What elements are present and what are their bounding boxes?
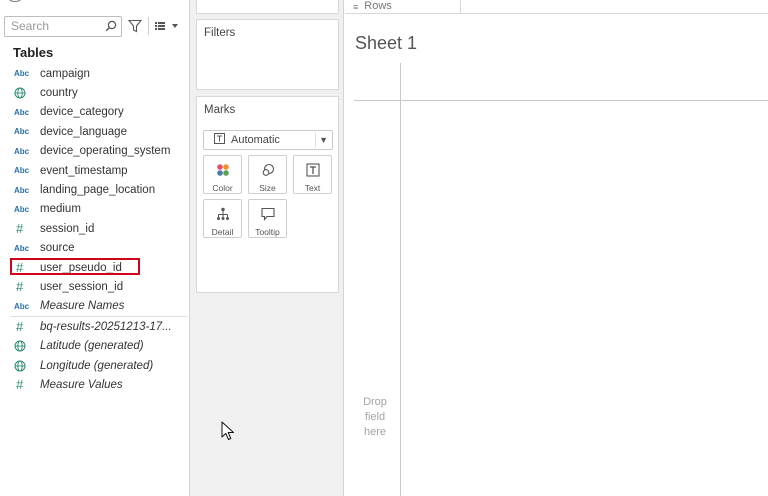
detail-icon <box>216 206 230 221</box>
globe-icon <box>14 340 36 352</box>
datasource-icon <box>8 0 22 2</box>
shelves-column: Filters Marks Automatic ▼ Color Size Tex… <box>190 0 344 496</box>
number-type-icon: # <box>16 279 24 295</box>
size-label: Size <box>259 183 276 193</box>
filter-icon[interactable] <box>126 16 144 37</box>
number-type-icon: # <box>16 319 24 335</box>
chevron-down-icon: ▼ <box>319 135 328 145</box>
field-source[interactable]: Abc source <box>0 239 190 258</box>
field-name: device_category <box>40 106 124 119</box>
string-type-icon: Abc <box>14 185 30 195</box>
color-label: Color <box>212 183 233 193</box>
sheet-title[interactable]: Sheet 1 <box>355 33 417 54</box>
dropdown-separator <box>315 133 316 147</box>
search-row <box>4 15 185 37</box>
field-name: event_timestamp <box>40 164 128 177</box>
string-type-icon: Abc <box>14 146 30 156</box>
data-pane: Tables Abc campaign country Abc device_c… <box>0 0 190 496</box>
string-type-icon: Abc <box>14 107 30 117</box>
view-horizontal-divider <box>354 100 768 101</box>
field-list: Abc campaign country Abc device_category… <box>0 64 190 395</box>
color-icon <box>216 162 230 177</box>
field-device-language[interactable]: Abc device_language <box>0 122 190 141</box>
field-user-pseudo-id[interactable]: # user_pseudo_id <box>0 257 190 277</box>
text-label: Text <box>304 183 321 193</box>
field-longitude-generated[interactable]: Longitude (generated) <box>0 356 190 375</box>
field-name: Measure Values <box>40 378 123 391</box>
filters-title: Filters <box>204 27 236 39</box>
toolbar-separator <box>148 17 149 35</box>
search-input[interactable] <box>11 19 105 33</box>
field-name: campaign <box>40 67 90 80</box>
field-name: medium <box>40 203 81 216</box>
field-device-operating-system[interactable]: Abc device_operating_system <box>0 142 190 161</box>
field-measure-values[interactable]: # Measure Values <box>0 375 190 394</box>
field-name: landing_page_location <box>40 184 156 197</box>
rows-icon: ≡ <box>353 2 359 12</box>
field-name: Measure Names <box>40 300 125 313</box>
detail-button[interactable]: Detail <box>203 199 242 238</box>
mouse-cursor-icon <box>221 421 235 446</box>
marks-title: Marks <box>204 104 236 116</box>
number-type-icon: # <box>16 260 24 276</box>
string-type-icon: Abc <box>14 127 30 137</box>
mark-type-dropdown[interactable]: Automatic ▼ <box>203 130 333 150</box>
field-bq-results-count[interactable]: # bq-results-20251213-17... <box>0 317 190 336</box>
field-name: Latitude (generated) <box>40 340 144 353</box>
field-name: country <box>40 87 78 100</box>
tooltip-button[interactable]: Tooltip <box>248 199 287 238</box>
rows-shelf[interactable]: ≡ Rows <box>345 0 768 14</box>
field-device-category[interactable]: Abc device_category <box>0 103 190 122</box>
string-type-icon: Abc <box>14 243 30 253</box>
string-type-icon: Abc <box>14 69 30 79</box>
globe-icon <box>14 87 36 99</box>
filters-shelf[interactable]: Filters <box>196 19 339 90</box>
color-button[interactable]: Color <box>203 155 242 194</box>
field-name: device_language <box>40 125 127 138</box>
field-measure-names[interactable]: Abc Measure Names <box>0 297 190 316</box>
field-event-timestamp[interactable]: Abc event_timestamp <box>0 161 190 180</box>
number-type-icon: # <box>16 221 24 237</box>
string-type-icon: Abc <box>14 204 30 214</box>
field-landing-page-location[interactable]: Abc landing_page_location <box>0 180 190 199</box>
rows-label-text: Rows <box>364 0 392 12</box>
field-latitude-generated[interactable]: Latitude (generated) <box>0 336 190 355</box>
field-name: user_pseudo_id <box>40 261 122 274</box>
search-icon[interactable] <box>105 20 117 32</box>
field-name: Longitude (generated) <box>40 359 154 372</box>
text-icon <box>305 162 320 177</box>
worksheet-canvas: ≡ Rows Sheet 1 Drop field here <box>345 0 768 496</box>
mark-type-value: Automatic <box>231 134 280 146</box>
size-button[interactable]: Size <box>248 155 287 194</box>
tooltip-icon <box>260 206 275 221</box>
string-type-icon: Abc <box>14 301 30 311</box>
pages-card[interactable] <box>196 0 339 14</box>
tables-heading: Tables <box>13 45 54 60</box>
field-name: bq-results-20251213-17... <box>40 320 172 333</box>
field-name: user_session_id <box>40 280 124 293</box>
text-button[interactable]: Text <box>293 155 332 194</box>
field-name: source <box>40 242 75 255</box>
field-country[interactable]: country <box>0 83 190 102</box>
tooltip-label: Tooltip <box>255 227 280 237</box>
number-type-icon: # <box>16 377 24 393</box>
view-options-icon[interactable] <box>153 16 181 37</box>
field-campaign[interactable]: Abc campaign <box>0 64 190 83</box>
view-vertical-divider <box>400 63 401 496</box>
automatic-mark-icon <box>214 133 225 147</box>
size-icon <box>261 162 275 177</box>
search-box[interactable] <box>4 15 122 37</box>
drop-field-here-hint[interactable]: Drop field here <box>353 395 397 440</box>
rows-shelf-label: ≡ Rows <box>345 0 461 14</box>
marks-card: Marks Automatic ▼ Color Size Text Detail… <box>196 96 339 293</box>
field-name: device_operating_system <box>40 145 171 158</box>
detail-label: Detail <box>211 227 234 237</box>
field-session-id[interactable]: # session_id <box>0 219 190 238</box>
field-medium[interactable]: Abc medium <box>0 200 190 219</box>
globe-icon <box>14 360 36 372</box>
field-name: session_id <box>40 222 95 235</box>
string-type-icon: Abc <box>14 166 30 176</box>
field-user-session-id[interactable]: # user_session_id <box>0 277 190 296</box>
